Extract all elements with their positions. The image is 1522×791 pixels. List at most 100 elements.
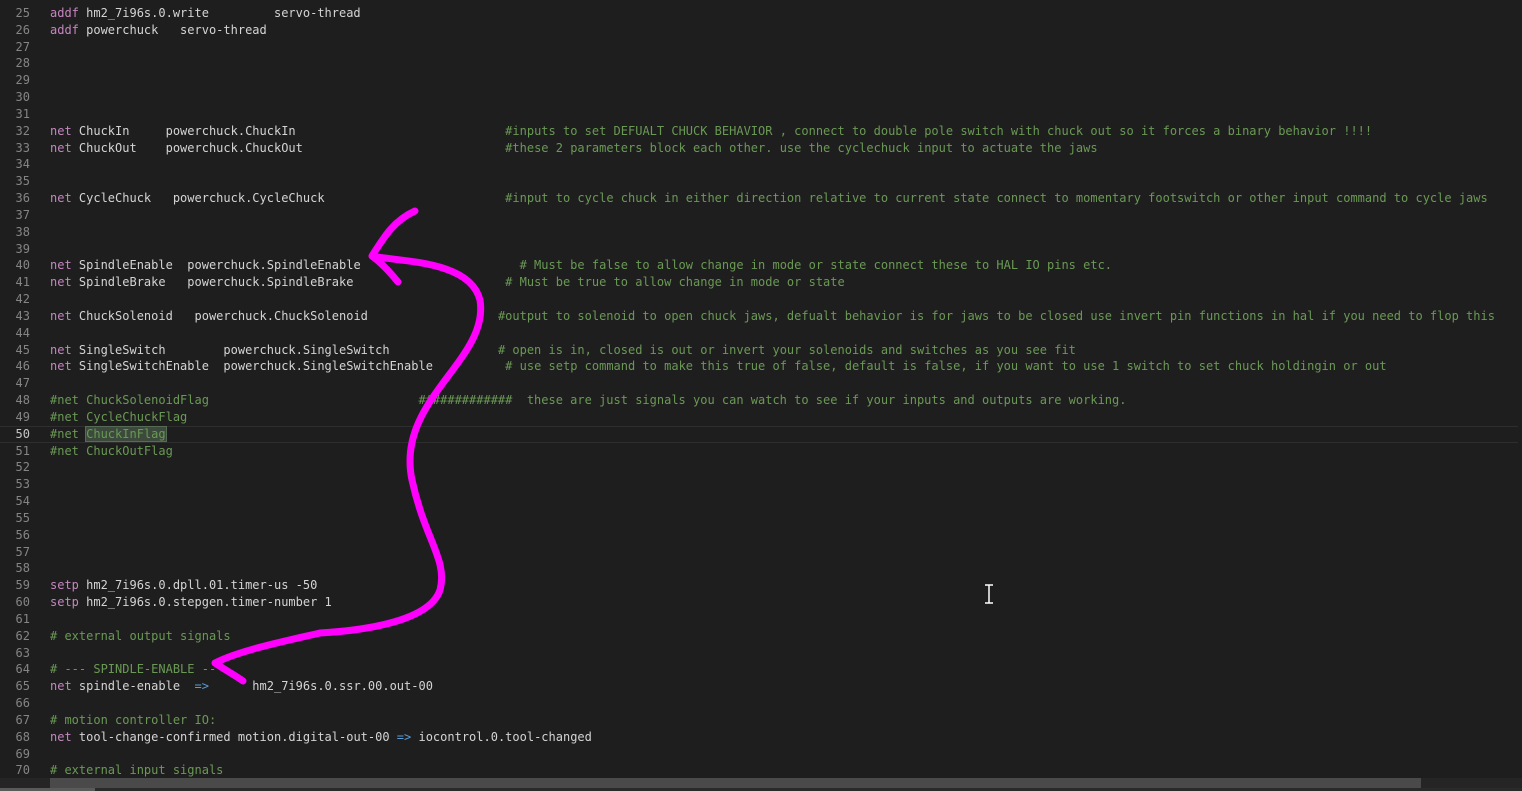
- line-number: 25: [15, 6, 30, 20]
- code-line[interactable]: 57: [0, 544, 1518, 561]
- code-line[interactable]: 62 # external output signals: [0, 628, 1518, 645]
- code-line[interactable]: 53: [0, 476, 1518, 493]
- line-number: 59: [15, 578, 30, 593]
- code-token: # Must be true to allow change in mode o…: [505, 275, 845, 290]
- code-line[interactable]: 54: [0, 493, 1518, 510]
- line-code: #net CycleChuckFlag: [50, 409, 187, 426]
- code-line[interactable]: 40 net SpindleEnable powerchuck.SpindleEn…: [0, 257, 1518, 274]
- code-line[interactable]: 65 net spindle-enable => hm2_7i96s.0.ssr.…: [0, 678, 1518, 695]
- line-number: 38: [15, 224, 30, 239]
- code-line[interactable]: 45 net SingleSwitch powerchuck.SingleSwit…: [0, 342, 1518, 359]
- code-token: net: [50, 275, 79, 290]
- code-token: iocontrol.0.tool-changed: [411, 729, 592, 744]
- code-token: # use setp command to make this true of …: [505, 359, 1387, 374]
- code-line[interactable]: 49 #net CycleChuckFlag: [0, 409, 1518, 426]
- code-line[interactable]: 51 #net ChuckOutFlag: [0, 443, 1518, 460]
- line-number: 27: [15, 39, 30, 54]
- line-code: net SingleSwitchEnable powerchuck.Single…: [50, 358, 1387, 375]
- code-line[interactable]: 67 # motion controller IO:: [0, 712, 1518, 729]
- line-code: addf hm2_7i96s.0.write servo-thread: [50, 5, 361, 22]
- code-token: hm2_7i96s.0.stepgen.timer-number 1: [86, 595, 332, 610]
- code-token: #net ChuckSolenoidFlag ############# the…: [50, 393, 1127, 408]
- code-line[interactable]: 39: [0, 241, 1518, 258]
- code-line[interactable]: 36 net CycleChuck powerchuck.CycleChuck #…: [0, 190, 1518, 207]
- code-line[interactable]: 47: [0, 375, 1518, 392]
- code-token: #net: [50, 426, 87, 441]
- line-code: # motion controller IO:: [50, 712, 216, 729]
- line-number: 53: [15, 477, 30, 492]
- code-line[interactable]: 50 #net ChuckInFlag: [0, 425, 1518, 443]
- line-code: #net ChuckOutFlag: [50, 443, 173, 460]
- code-token: powerchuck servo-thread: [86, 22, 267, 37]
- code-token: SpindleBrake powerchuck.SpindleBrake: [78, 275, 506, 290]
- line-number: 37: [15, 207, 30, 222]
- code-line[interactable]: 66: [0, 695, 1518, 712]
- line-code: #net ChuckSolenoidFlag ############# the…: [50, 392, 1126, 409]
- code-line[interactable]: 70 # external input signals: [0, 762, 1518, 779]
- code-token: # open is in, closed is out or invert yo…: [497, 342, 1076, 357]
- code-line[interactable]: 68 net tool-change-confirmed motion.digit…: [0, 729, 1518, 746]
- line-number: 55: [15, 510, 30, 525]
- line-number: 54: [15, 494, 30, 509]
- code-token: # motion controller IO:: [50, 712, 217, 727]
- code-line[interactable]: 25 addf hm2_7i96s.0.write servo-thread: [0, 5, 1518, 22]
- code-token: net: [50, 679, 79, 694]
- code-line[interactable]: 60 setp hm2_7i96s.0.stepgen.timer-number …: [0, 594, 1518, 611]
- code-line[interactable]: 55: [0, 510, 1518, 527]
- horizontal-scrollbar-thumb[interactable]: [50, 778, 1421, 788]
- code-token: #net ChuckOutFlag: [50, 443, 173, 458]
- line-number: 63: [15, 645, 30, 660]
- code-line[interactable]: 48 #net ChuckSolenoidFlag ############# t…: [0, 392, 1518, 409]
- code-line[interactable]: 42: [0, 291, 1518, 308]
- code-editor[interactable]: 25 addf hm2_7i96s.0.write servo-thread 26 a…: [0, 0, 1522, 791]
- line-number: 47: [15, 376, 30, 391]
- i-beam-cursor-icon: [985, 584, 993, 604]
- code-line[interactable]: 38: [0, 224, 1518, 241]
- code-line[interactable]: 37: [0, 207, 1518, 224]
- code-line[interactable]: 34: [0, 156, 1518, 173]
- code-line[interactable]: 59 setp hm2_7i96s.0.dpll.01.timer-us -50: [0, 577, 1518, 594]
- code-line[interactable]: 44: [0, 325, 1518, 342]
- line-code: # external output signals: [50, 628, 231, 645]
- code-line[interactable]: 61: [0, 611, 1518, 628]
- code-line[interactable]: 26 addf powerchuck servo-thread: [0, 22, 1518, 39]
- line-number: 44: [15, 325, 30, 340]
- code-line[interactable]: 31: [0, 106, 1518, 123]
- code-line[interactable]: 27: [0, 39, 1518, 56]
- code-token: net: [50, 359, 79, 374]
- code-line[interactable]: 56: [0, 527, 1518, 544]
- line-number: 28: [15, 56, 30, 71]
- line-number: 46: [15, 359, 30, 374]
- line-number: 41: [15, 275, 30, 290]
- code-line[interactable]: 64 # --- SPINDLE-ENABLE --: [0, 661, 1518, 678]
- code-line[interactable]: 32 net ChuckIn powerchuck.ChuckIn #inputs…: [0, 123, 1518, 140]
- code-line[interactable]: 69: [0, 746, 1518, 763]
- code-token: SingleSwitch powerchuck.SingleSwitch: [78, 342, 498, 357]
- line-code: addf powerchuck servo-thread: [50, 22, 267, 39]
- line-number: 62: [15, 628, 30, 643]
- line-number: 51: [15, 443, 30, 458]
- code-line[interactable]: 52: [0, 459, 1518, 476]
- line-code: #net ChuckInFlag: [50, 425, 167, 443]
- code-token: SpindleEnable powerchuck.SpindleEnable: [78, 258, 520, 273]
- code-line[interactable]: 63: [0, 645, 1518, 662]
- line-number: 45: [15, 342, 30, 357]
- line-number: 61: [15, 611, 30, 626]
- code-line[interactable]: 30: [0, 89, 1518, 106]
- code-line[interactable]: 29: [0, 72, 1518, 89]
- line-number: 33: [15, 140, 30, 155]
- code-token: net: [50, 308, 79, 323]
- line-code: net ChuckOut powerchuck.ChuckOut #these …: [50, 140, 1098, 157]
- code-token: setp: [50, 595, 87, 610]
- code-line[interactable]: 33 net ChuckOut powerchuck.ChuckOut #thes…: [0, 140, 1518, 157]
- code-token: ChuckIn powerchuck.ChuckIn: [78, 123, 506, 138]
- code-token: ChuckSolenoid powerchuck.ChuckSolenoid: [78, 308, 498, 323]
- code-line[interactable]: 41 net SpindleBrake powerchuck.SpindleBra…: [0, 274, 1518, 291]
- line-number: 57: [15, 544, 30, 559]
- code-line[interactable]: 58: [0, 560, 1518, 577]
- code-line[interactable]: 43 net ChuckSolenoid powerchuck.ChuckSole…: [0, 308, 1518, 325]
- code-line[interactable]: 28: [0, 55, 1518, 72]
- code-line[interactable]: 35: [0, 173, 1518, 190]
- line-number: 26: [15, 22, 30, 37]
- code-line[interactable]: 46 net SingleSwitchEnable powerchuck.Sing…: [0, 358, 1518, 375]
